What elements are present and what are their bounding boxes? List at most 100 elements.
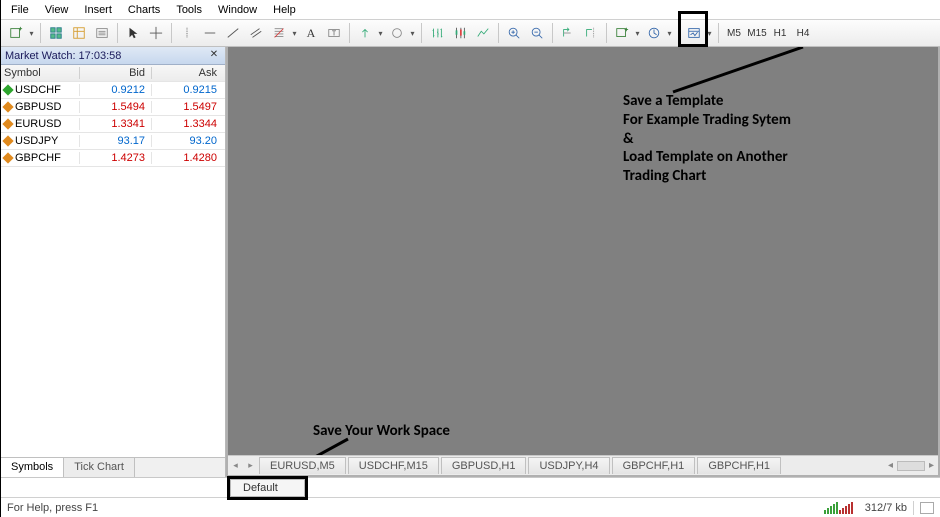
chart-tab-bar: ◂ ▸ EURUSD,M5USDCHF,M15GBPUSD,H1USDJPY,H… [228, 455, 938, 475]
annotation-template-text: Save a Template For Example Trading Syte… [623, 92, 923, 186]
symbol-label: GBPCHF [15, 152, 61, 164]
periodicity-button[interactable] [643, 22, 665, 44]
indicators-button[interactable] [611, 22, 633, 44]
chart-tab[interactable]: GBPCHF,H1 [612, 457, 696, 474]
chart-tab[interactable]: USDCHF,M15 [348, 457, 439, 474]
channel-button[interactable] [245, 22, 267, 44]
crosshair-button[interactable] [145, 22, 167, 44]
menu-insert[interactable]: Insert [76, 2, 120, 18]
bar-chart-button[interactable] [426, 22, 448, 44]
objects-button[interactable] [386, 22, 408, 44]
separator [606, 23, 607, 43]
timeframe-m5[interactable]: M5 [723, 23, 745, 43]
ask-value: 1.3344 [151, 118, 223, 130]
navigator-button[interactable] [91, 22, 113, 44]
market-watch-row[interactable]: USDCHF0.92120.9215 [1, 82, 225, 99]
menu-view[interactable]: View [37, 2, 77, 18]
bid-value: 1.4273 [79, 152, 151, 164]
zoom-in-button[interactable] [503, 22, 525, 44]
templates-button[interactable] [683, 22, 705, 44]
menu-charts[interactable]: Charts [120, 2, 168, 18]
status-bar: For Help, press F1 312/7 kb [1, 497, 940, 517]
workspace-tab-default[interactable]: Default [230, 479, 305, 497]
chart-tab[interactable]: GBPUSD,H1 [441, 457, 527, 474]
separator [171, 23, 172, 43]
dropdown-arrow-icon[interactable]: ▾ [376, 29, 385, 38]
arrow-down-icon [2, 135, 13, 146]
market-watch-button[interactable] [68, 22, 90, 44]
menu-help[interactable]: Help [265, 2, 304, 18]
market-watch-row[interactable]: USDJPY93.1793.20 [1, 133, 225, 150]
market-watch-row[interactable]: EURUSD1.33411.3344 [1, 116, 225, 133]
candle-chart-button[interactable] [449, 22, 471, 44]
separator [678, 23, 679, 43]
status-network: 312/7 kb [865, 502, 907, 514]
annotation-workspace-text: Save Your Work Space [313, 422, 450, 441]
toolbar: ▾ ▾ A T ▾ ▾ ▾ ▾ ▾ [1, 19, 940, 47]
tab-scroll-left[interactable]: ◂ [228, 457, 243, 475]
auto-scroll-button[interactable] [557, 22, 579, 44]
dropdown-arrow-icon[interactable]: ▾ [633, 29, 642, 38]
tab-scroll-right[interactable]: ▸ [243, 457, 258, 475]
menu-window[interactable]: Window [210, 2, 265, 18]
trendline-button[interactable] [222, 22, 244, 44]
menu-bar: File View Insert Charts Tools Window Hel… [1, 0, 940, 19]
vertical-line-button[interactable] [176, 22, 198, 44]
fibonacci-button[interactable] [268, 22, 290, 44]
separator [718, 23, 719, 43]
scroll-left-icon[interactable]: ◂ [888, 460, 893, 471]
symbol-label: USDJPY [15, 135, 58, 147]
profiles-button[interactable] [45, 22, 67, 44]
ask-value: 0.9215 [151, 84, 223, 96]
text-label-button[interactable]: T [323, 22, 345, 44]
timeframe-h1[interactable]: H1 [769, 23, 791, 43]
separator [552, 23, 553, 43]
separator [40, 23, 41, 43]
tab-tick-chart[interactable]: Tick Chart [64, 458, 135, 477]
dropdown-arrow-icon[interactable]: ▾ [27, 29, 36, 38]
dropdown-arrow-icon[interactable]: ▾ [665, 29, 674, 38]
scrollbar-thumb[interactable] [897, 461, 925, 471]
menu-tools[interactable]: Tools [168, 2, 210, 18]
text-button[interactable]: A [300, 22, 322, 44]
horizontal-line-button[interactable] [199, 22, 221, 44]
separator [117, 23, 118, 43]
market-watch-header: Symbol Bid Ask [1, 65, 225, 82]
scroll-right-icon[interactable]: ▸ [929, 460, 934, 471]
svg-text:T: T [332, 31, 337, 38]
chart-shift-button[interactable] [580, 22, 602, 44]
timeframe-h4[interactable]: H4 [792, 23, 814, 43]
symbol-label: GBPUSD [15, 101, 61, 113]
chart-tab[interactable]: GBPCHF,H1 [697, 457, 781, 474]
arrows-button[interactable] [354, 22, 376, 44]
separator [498, 23, 499, 43]
market-watch-row[interactable]: GBPCHF1.42731.4280 [1, 150, 225, 167]
arrow-down-icon [2, 118, 13, 129]
timeframe-m15[interactable]: M15 [746, 23, 768, 43]
zoom-out-button[interactable] [526, 22, 548, 44]
ask-value: 1.5497 [151, 101, 223, 113]
menu-file[interactable]: File [3, 2, 37, 18]
dropdown-arrow-icon[interactable]: ▾ [408, 29, 417, 38]
separator [349, 23, 350, 43]
ask-value: 93.20 [151, 135, 223, 147]
dropdown-arrow-icon[interactable]: ▾ [290, 29, 299, 38]
col-symbol[interactable]: Symbol [1, 67, 79, 79]
resize-grip-icon[interactable] [920, 502, 934, 514]
status-help-text: For Help, press F1 [7, 502, 98, 514]
chart-tab[interactable]: USDJPY,H4 [528, 457, 609, 474]
new-chart-button[interactable] [5, 22, 27, 44]
separator [421, 23, 422, 43]
market-watch-panel: Market Watch: 17:03:58 ✕ Symbol Bid Ask … [1, 47, 226, 477]
col-bid[interactable]: Bid [79, 67, 151, 79]
workspace-bar: Default [1, 477, 940, 497]
line-chart-button[interactable] [472, 22, 494, 44]
tab-symbols[interactable]: Symbols [1, 458, 64, 477]
market-watch-row[interactable]: GBPUSD 1.54941.5497 [1, 99, 225, 116]
chart-tab[interactable]: EURUSD,M5 [259, 457, 346, 474]
close-icon[interactable]: ✕ [207, 49, 221, 63]
col-ask[interactable]: Ask [151, 67, 223, 79]
dropdown-arrow-icon[interactable]: ▾ [705, 29, 714, 38]
cursor-button[interactable] [122, 22, 144, 44]
bid-value: 1.5494 [79, 101, 151, 113]
